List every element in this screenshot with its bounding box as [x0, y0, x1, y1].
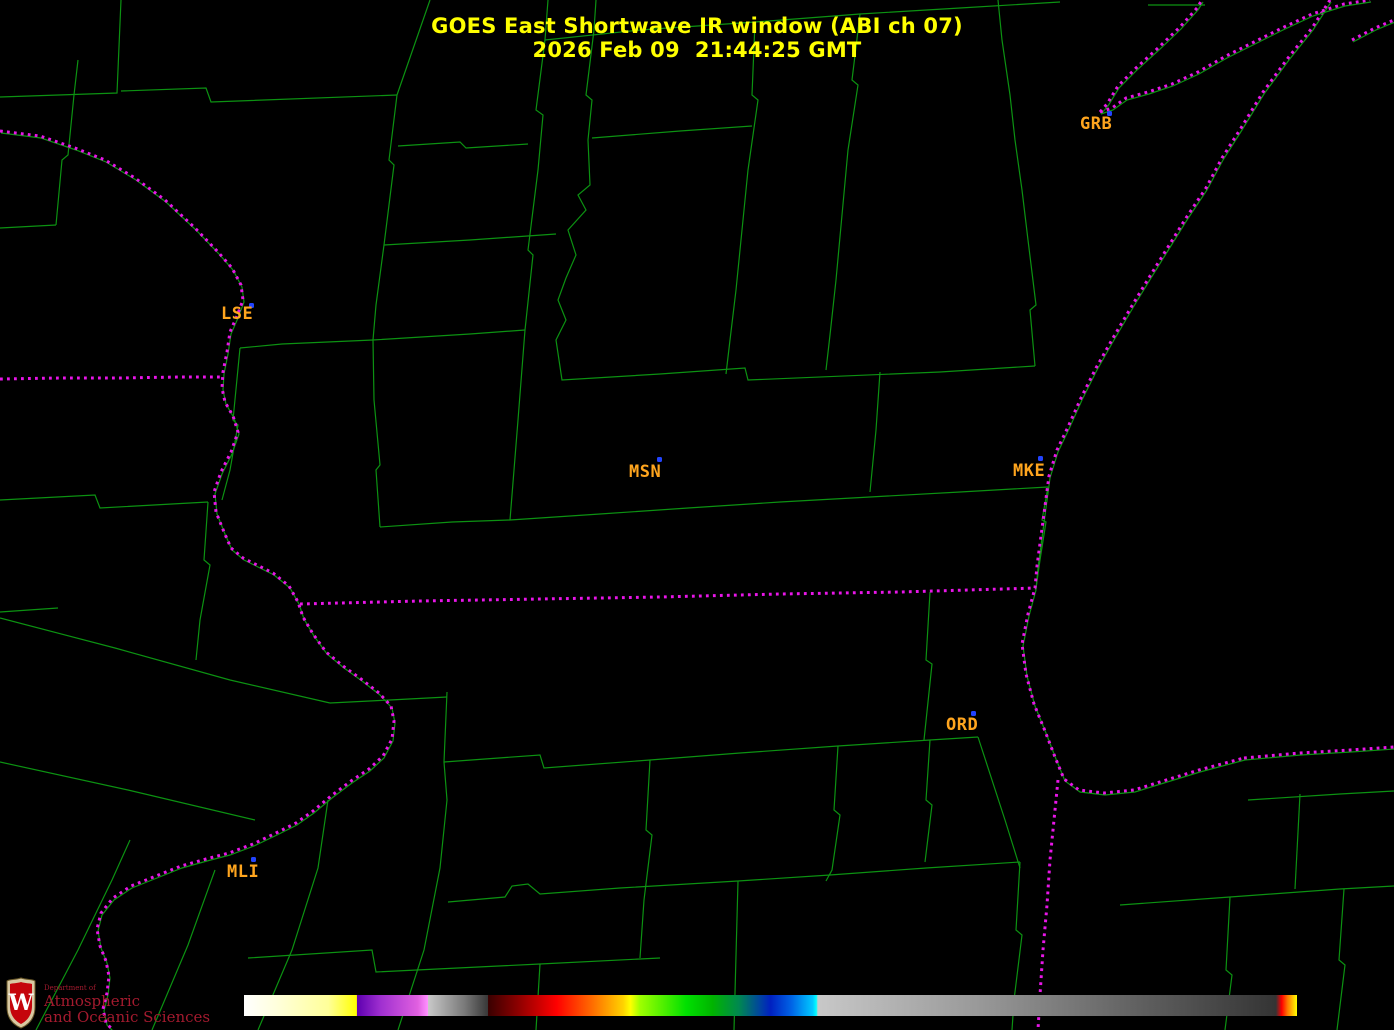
station-label-MKE: MKE	[1013, 463, 1045, 480]
county-boundary-line	[924, 592, 932, 740]
county-boundary-line	[1120, 886, 1394, 905]
temperature-colorbar	[244, 995, 1297, 1016]
county-boundary-line	[373, 95, 397, 340]
county-boundary-line	[640, 760, 652, 958]
county-boundary-line	[380, 520, 510, 527]
county-boundary-line	[826, 14, 860, 370]
state-border-wi-il-border	[300, 588, 1036, 604]
county-boundary-line	[448, 881, 738, 902]
shoreline-green-lake-michigan-shore	[1023, 2, 1331, 795]
county-boundary-line	[1295, 794, 1300, 889]
county-boundary-line	[444, 740, 930, 768]
county-boundary-line	[738, 862, 1020, 881]
timestamp: 2026 Feb 09 21:44:25 GMT	[0, 38, 1394, 62]
county-boundary-line	[826, 746, 840, 881]
county-boundary-line	[373, 340, 380, 527]
county-boundary-line	[121, 88, 397, 102]
county-boundary-line	[930, 737, 978, 740]
county-boundary-line	[925, 740, 932, 862]
station-label-MLI: MLI	[227, 864, 259, 881]
county-boundary-line	[0, 762, 255, 820]
county-boundary-line	[978, 737, 1020, 868]
satellite-image-viewer: GOES East Shortwave IR window (ABI ch 07…	[0, 0, 1394, 1030]
logo-dept-line: Department of	[44, 984, 210, 992]
state-border-lake-bottom-east-line	[1244, 747, 1394, 758]
station-label-MSN: MSN	[629, 464, 661, 481]
county-boundary-line	[660, 366, 1035, 380]
county-boundary-line	[248, 950, 660, 972]
svg-text:W: W	[8, 990, 34, 1016]
state-border-mn-ia-border	[0, 377, 222, 379]
aos-logo-text: Department of Atmospheric and Oceanic Sc…	[44, 977, 210, 1025]
station-label-GRB: GRB	[1080, 116, 1112, 133]
county-boundary-line	[510, 487, 1048, 520]
county-boundary-line	[0, 225, 56, 228]
county-boundary-line	[0, 608, 58, 612]
county-boundary-line	[56, 60, 78, 225]
county-boundary-line	[0, 495, 208, 508]
product-title: GOES East Shortwave IR window (ABI ch 07…	[0, 14, 1394, 38]
county-boundary-line	[1248, 791, 1394, 800]
county-boundary-line	[398, 692, 447, 1030]
county-boundary-line	[510, 330, 525, 520]
county-boundary-line	[870, 372, 880, 492]
shoreline-green-mississippi-river	[1, 133, 395, 1030]
map-overlay-svg	[0, 0, 1394, 1030]
county-boundary-line	[240, 340, 373, 348]
station-label-LSE: LSE	[221, 306, 253, 323]
aos-logo: W Department of Atmospheric and Oceanic …	[6, 977, 210, 1029]
county-boundary-line	[384, 234, 556, 245]
image-title-block: GOES East Shortwave IR window (ABI ch 07…	[0, 14, 1394, 62]
uw-crest-icon: W	[6, 977, 36, 1029]
state-border-lake-michigan-shore	[1022, 0, 1330, 793]
logo-name-line1: Atmospheric	[44, 993, 210, 1009]
station-label-ORD: ORD	[946, 717, 978, 734]
state-border-mississippi-river	[0, 131, 394, 1030]
county-boundary-line	[592, 126, 752, 138]
county-boundary-line	[726, 22, 758, 374]
state-border-il-in-border	[1038, 780, 1058, 1030]
county-boundary-line	[1337, 889, 1345, 1030]
county-boundary-line	[0, 618, 330, 703]
county-boundary-line	[196, 502, 210, 660]
logo-name-line2: and Oceanic Sciences	[44, 1009, 210, 1025]
county-boundary-line	[373, 330, 525, 340]
county-boundary-line	[398, 142, 528, 148]
